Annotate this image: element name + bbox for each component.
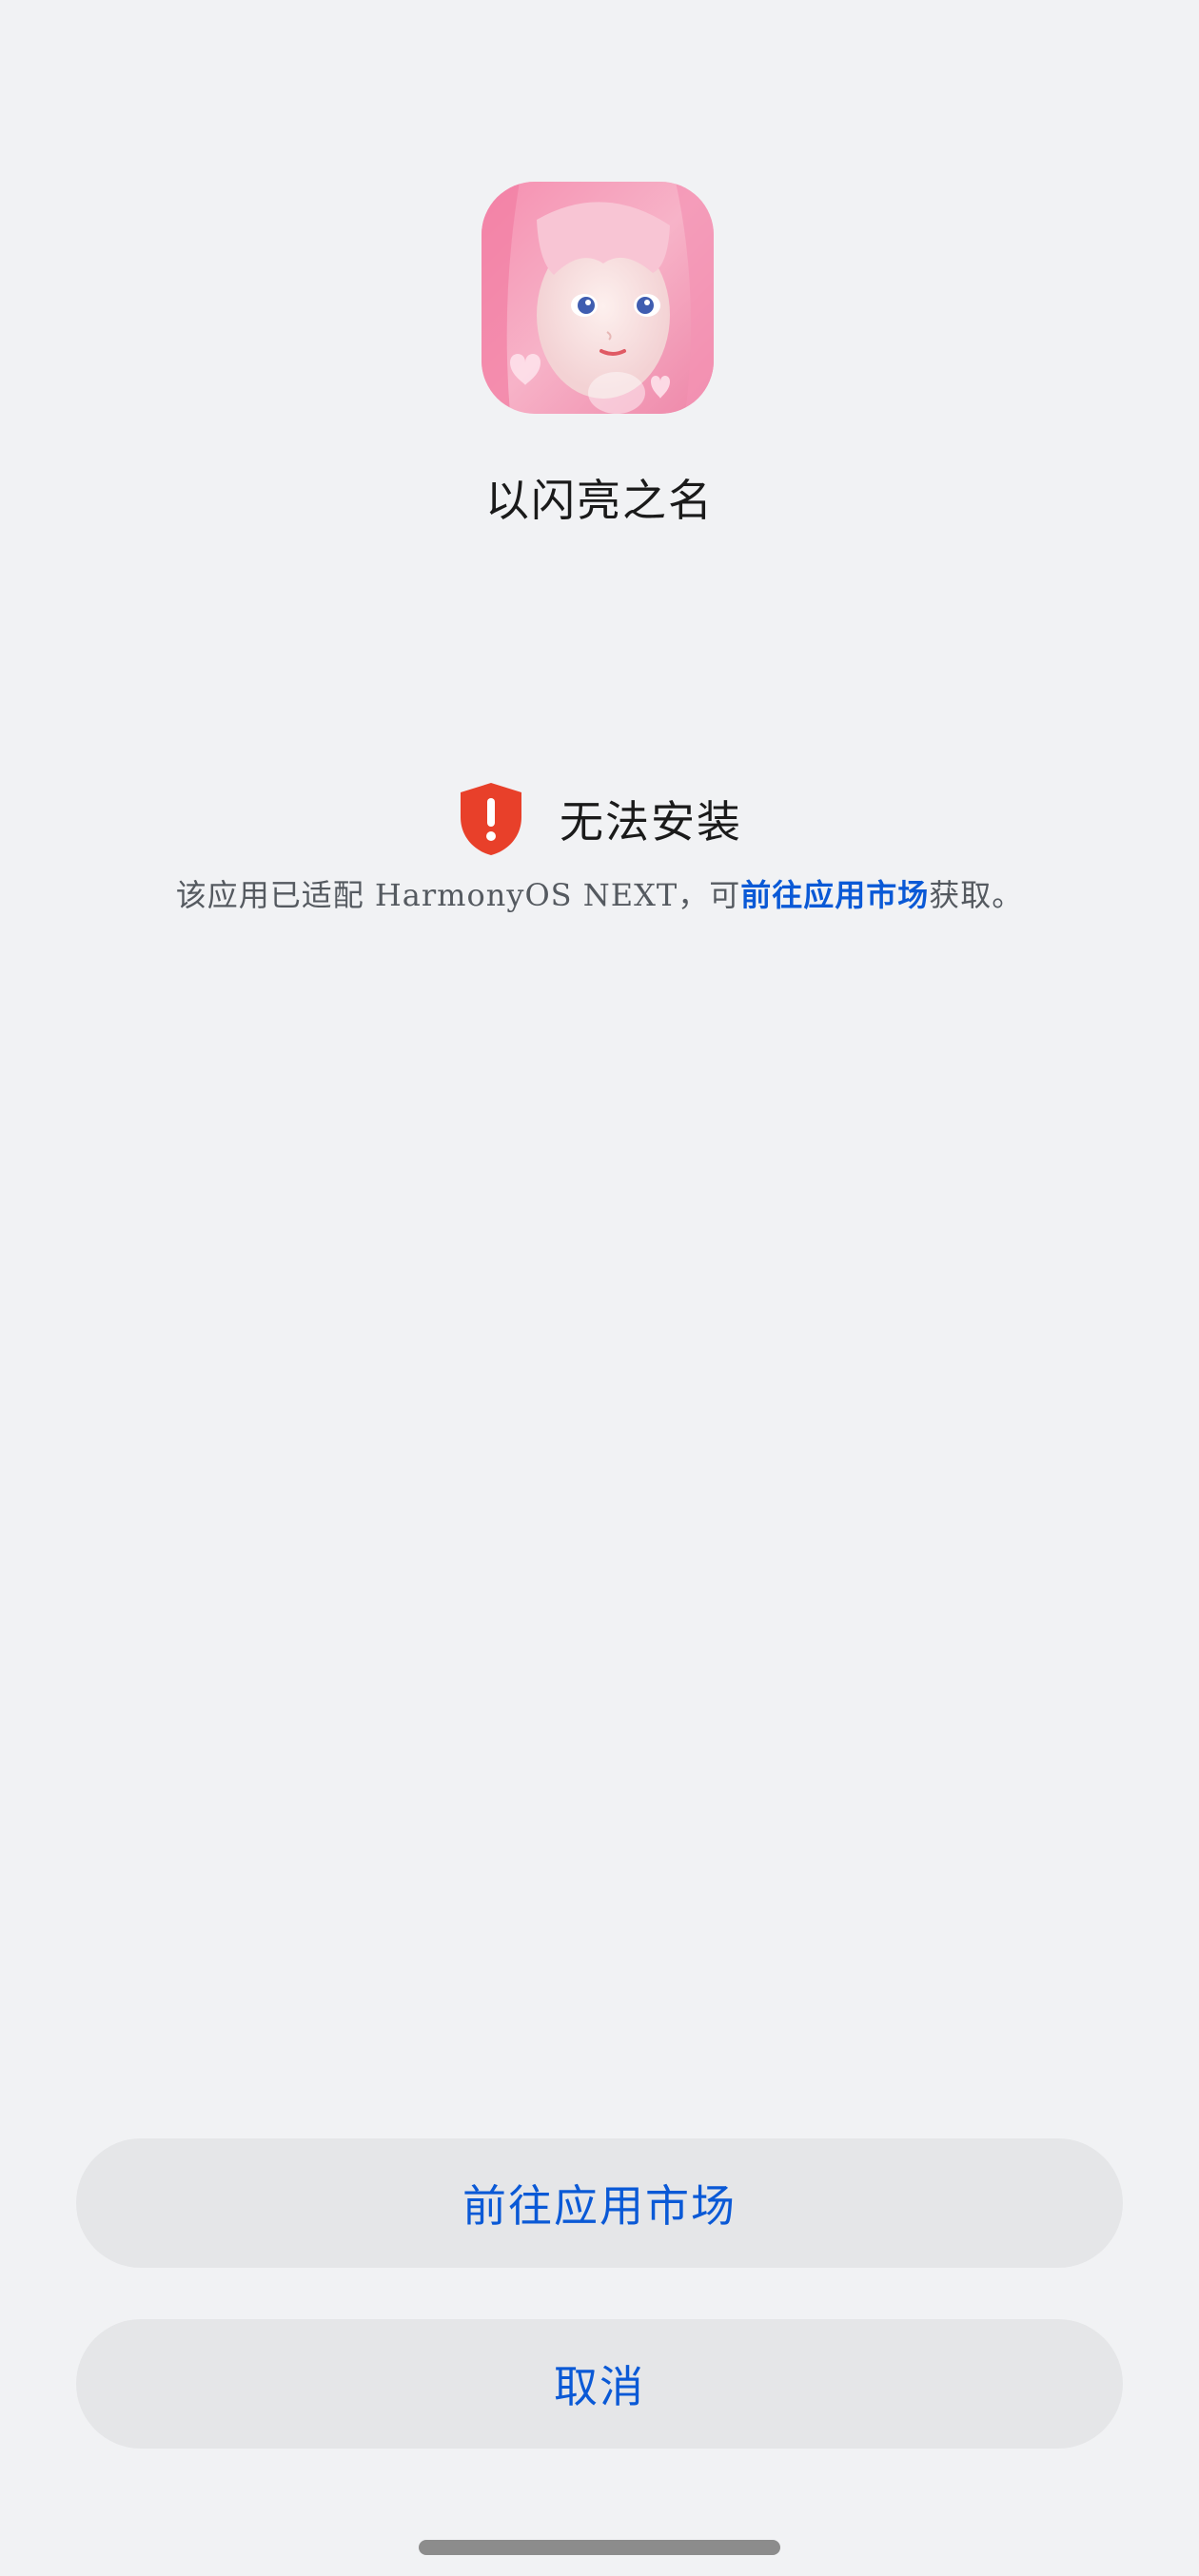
description-prefix: 该应用已适配 HarmonyOS NEXT，可: [175, 877, 741, 913]
app-icon: [482, 182, 714, 414]
go-to-app-market-button[interactable]: 前往应用市场: [76, 2138, 1123, 2268]
shield-alert-icon: [461, 783, 521, 855]
status-title: 无法安装: [560, 796, 742, 848]
description-suffix: 获取。: [929, 877, 1024, 913]
cancel-button[interactable]: 取消: [76, 2319, 1123, 2449]
install-status: 无法安装: [0, 778, 1199, 860]
home-indicator[interactable]: [419, 2540, 780, 2555]
app-name: 以闪亮之名: [485, 475, 714, 526]
app-market-link[interactable]: 前往应用市场: [740, 877, 929, 913]
status-description: 该应用已适配 HarmonyOS NEXT，可前往应用市场获取。: [0, 871, 1199, 915]
